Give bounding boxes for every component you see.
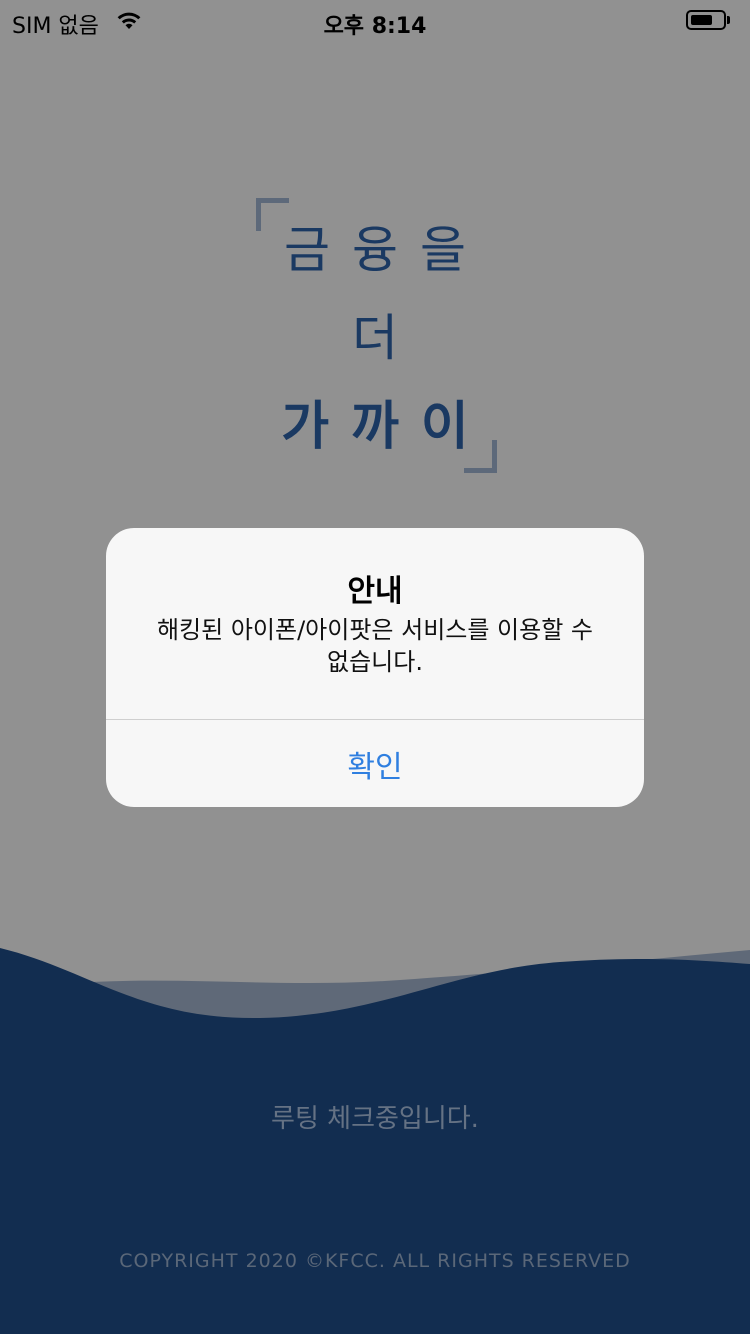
battery-icon xyxy=(686,10,730,30)
status-bar: SIM 없음 오후 8:14 xyxy=(0,0,750,40)
clock: 오후 8:14 xyxy=(323,14,427,39)
confirm-button[interactable]: 확인 xyxy=(106,720,644,807)
alert-dialog: 안내 해킹된 아이폰/아이팟은 서비스를 이용할 수 없습니다. 확인 xyxy=(106,528,644,807)
alert-message: 해킹된 아이폰/아이팟은 서비스를 이용할 수 없습니다. xyxy=(156,616,594,676)
alert-title: 안내 xyxy=(347,574,403,609)
